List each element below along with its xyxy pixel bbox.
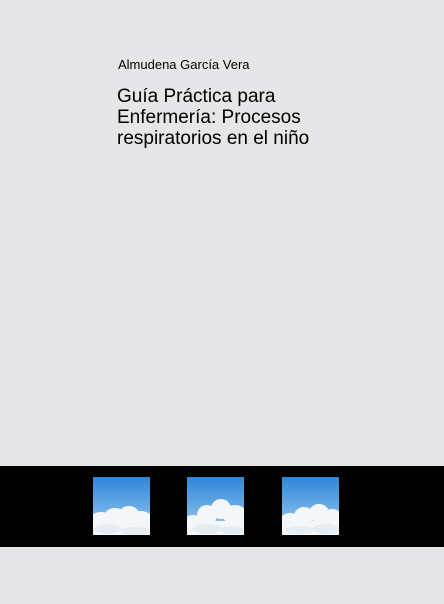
book-cover: Almudena García Vera Guía Práctica para … [0, 0, 444, 604]
sky-clouds-image [282, 477, 339, 535]
sky-clouds-image [93, 477, 150, 535]
author-name: Almudena García Vera [118, 57, 250, 72]
black-band [0, 466, 444, 547]
book-title-line: Enfermería: Procesos [117, 107, 301, 128]
book-title: Guía Práctica para Enfermería: Procesos … [117, 86, 417, 149]
book-title-line: respiratorios en el niño [117, 128, 310, 149]
book-title-line: Guía Práctica para [117, 86, 276, 107]
sky-clouds-image [187, 477, 244, 535]
